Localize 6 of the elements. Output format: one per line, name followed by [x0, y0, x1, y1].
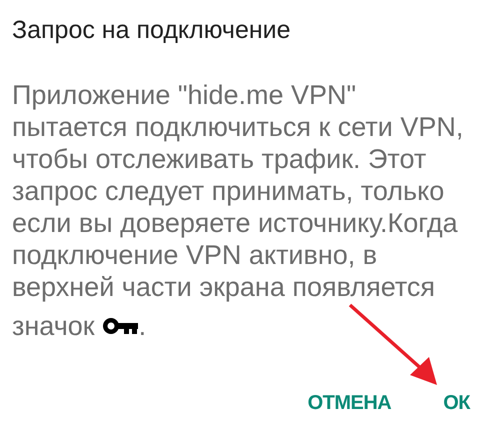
dialog-title: Запрос на подключение — [11, 15, 292, 46]
dialog-message-end: значок — [12, 310, 95, 342]
dialog-message-tail: . — [138, 310, 146, 342]
cancel-button[interactable]: ОТМЕНА — [308, 388, 392, 418]
key-icon — [102, 317, 139, 335]
ok-button[interactable]: ОК — [443, 388, 470, 418]
